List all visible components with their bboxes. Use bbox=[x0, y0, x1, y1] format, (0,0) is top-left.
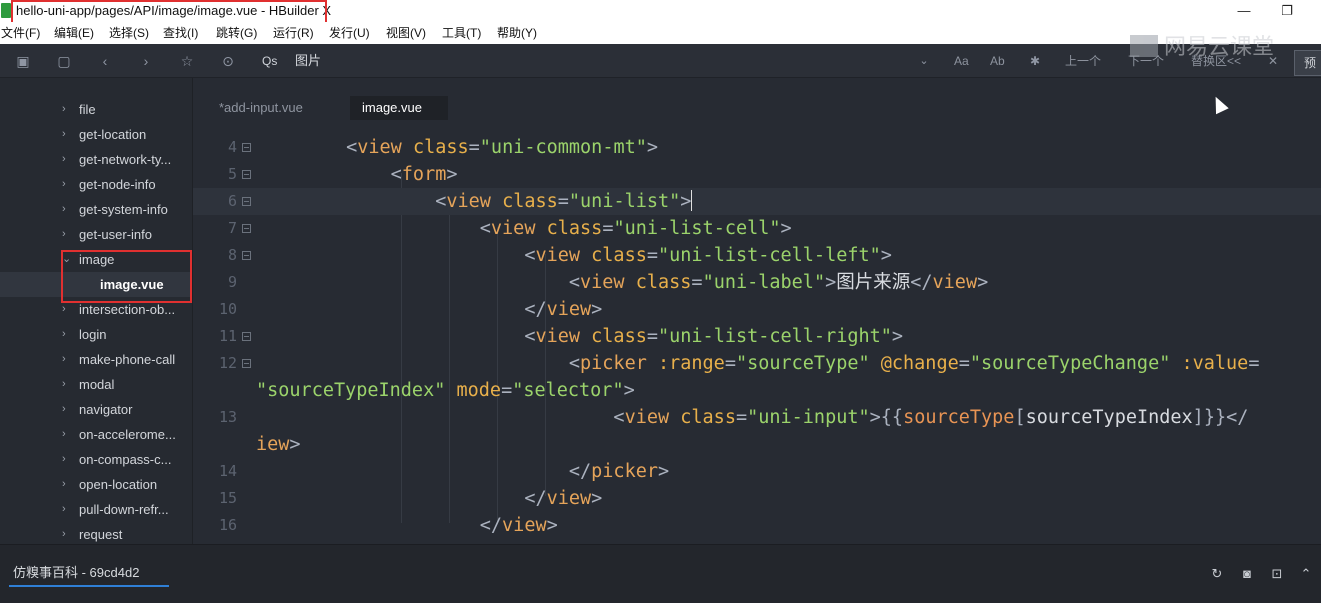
menu-run[interactable]: 运行(R) bbox=[273, 26, 314, 40]
code-line[interactable]: 14 </picker> bbox=[193, 458, 1321, 485]
minimize-button[interactable]: — bbox=[1232, 2, 1256, 20]
back-icon[interactable]: ‹ bbox=[96, 52, 114, 70]
tab-image-vue[interactable]: image.vue bbox=[350, 96, 448, 120]
code-line-current[interactable]: 6 <view class="uni-list"> bbox=[193, 188, 1321, 215]
fold-toggle-icon[interactable] bbox=[242, 197, 251, 206]
menu-publish[interactable]: 发行(U) bbox=[329, 26, 370, 40]
chevron-right-icon: › bbox=[62, 128, 66, 140]
menu-select[interactable]: 选择(S) bbox=[109, 26, 149, 40]
code-line[interactable]: 9 <view class="uni-label">图片来源</view> bbox=[193, 269, 1321, 296]
whole-word-toggle[interactable]: Ab bbox=[990, 54, 1005, 68]
forward-icon[interactable]: › bbox=[137, 52, 155, 70]
fold-toggle-icon[interactable] bbox=[242, 224, 251, 233]
tree-item-open-location[interactable]: › open-location bbox=[0, 472, 192, 497]
chevron-right-icon: › bbox=[62, 503, 66, 515]
chevron-down-icon[interactable]: ⌄ bbox=[915, 52, 933, 70]
menu-find[interactable]: 查找(I) bbox=[163, 26, 198, 40]
chevron-right-icon: › bbox=[62, 478, 66, 490]
tree-item-get-location[interactable]: › get-location bbox=[0, 122, 192, 147]
fold-toggle-icon[interactable] bbox=[242, 143, 251, 152]
console-icon[interactable]: ◙ bbox=[1238, 565, 1256, 583]
status-underline bbox=[9, 585, 169, 587]
tree-item-file[interactable]: › file bbox=[0, 97, 192, 122]
maximize-button[interactable]: ❐ bbox=[1275, 2, 1299, 20]
code-line[interactable]: 4 <view class="uni-common-mt"> bbox=[193, 134, 1321, 161]
menu-help[interactable]: 帮助(Y) bbox=[497, 26, 537, 40]
find-prev-button[interactable]: 上一个 bbox=[1065, 54, 1101, 68]
title-bar: hello-uni-app/pages/API/image/image.vue … bbox=[0, 0, 1321, 25]
code-line[interactable]: 10 </view> bbox=[193, 296, 1321, 323]
status-bar: 仿糗事百科 - 69cd4d2 ↻ ◙ ⊡ ⌃ bbox=[0, 544, 1321, 603]
fold-toggle-icon[interactable] bbox=[242, 170, 251, 179]
toolbar: ▣ ▢ ‹ › ☆ ⊙ Qs 图片 ⌄ Aa Ab ✱ 上一个 下一个 替换区<… bbox=[0, 44, 1321, 78]
chevron-right-icon: › bbox=[62, 403, 66, 415]
chevron-right-icon: › bbox=[62, 203, 66, 215]
regex-icon[interactable]: ✱ bbox=[1026, 52, 1044, 70]
search-input[interactable]: 图片 bbox=[295, 54, 321, 68]
menu-file[interactable]: 文件(F) bbox=[1, 26, 40, 40]
tree-item-get-system-info[interactable]: › get-system-info bbox=[0, 197, 192, 222]
code-line[interactable]: 5 <form> bbox=[193, 161, 1321, 188]
preview-button[interactable]: 预 bbox=[1294, 50, 1321, 76]
menu-tools[interactable]: 工具(T) bbox=[442, 26, 481, 40]
tree-item-on-accelerometer[interactable]: › on-accelerome... bbox=[0, 422, 192, 447]
chevron-right-icon: › bbox=[62, 153, 66, 165]
star-icon[interactable]: ☆ bbox=[178, 52, 196, 70]
project-tree: › file › get-location › get-network-ty... ›… bbox=[0, 78, 193, 544]
tree-item-navigator[interactable]: › navigator bbox=[0, 397, 192, 422]
chevron-right-icon: › bbox=[62, 103, 66, 115]
git-branch-status[interactable]: 仿糗事百科 - 69cd4d2 bbox=[13, 565, 139, 581]
code-line[interactable]: 16 </view> bbox=[193, 512, 1321, 539]
code-line[interactable]: 15 </view> bbox=[193, 485, 1321, 512]
code-line[interactable]: 12 <picker :range="sourceType" @change="… bbox=[193, 350, 1321, 377]
save-icon[interactable]: ▢ bbox=[55, 52, 73, 70]
export-icon[interactable]: ⊡ bbox=[1268, 565, 1286, 583]
menu-goto[interactable]: 跳转(G) bbox=[216, 26, 257, 40]
code-editor[interactable]: *add-input.vue image.vue 4 <view class="… bbox=[193, 78, 1321, 544]
refresh-icon[interactable]: ↻ bbox=[1208, 565, 1226, 583]
menu-view[interactable]: 视图(V) bbox=[386, 26, 426, 40]
tree-item-get-user-info[interactable]: › get-user-info bbox=[0, 222, 192, 247]
fold-toggle-icon[interactable] bbox=[242, 359, 251, 368]
code-line-wrapped[interactable]: iew> bbox=[193, 431, 1321, 458]
run-icon[interactable]: ⊙ bbox=[219, 52, 237, 70]
fold-toggle-icon[interactable] bbox=[242, 332, 251, 341]
watermark: 网易云课堂 bbox=[1130, 34, 1274, 60]
search-icon: Qs bbox=[262, 54, 278, 68]
fold-toggle-icon[interactable] bbox=[242, 251, 251, 260]
tab-add-input-vue[interactable]: *add-input.vue bbox=[219, 96, 303, 120]
tree-item-login[interactable]: › login bbox=[0, 322, 192, 347]
chevron-right-icon: › bbox=[62, 428, 66, 440]
match-case-toggle[interactable]: Aa bbox=[954, 54, 969, 68]
chevron-right-icon: › bbox=[62, 453, 66, 465]
code-line[interactable]: 11 <view class="uni-list-cell-right"> bbox=[193, 323, 1321, 350]
code-line-wrapped[interactable]: "sourceTypeIndex" mode="selector"> bbox=[193, 377, 1321, 404]
tree-item-get-node-info[interactable]: › get-node-info bbox=[0, 172, 192, 197]
tree-item-on-compass-change[interactable]: › on-compass-c... bbox=[0, 447, 192, 472]
chevron-right-icon: › bbox=[62, 378, 66, 390]
menu-edit[interactable]: 编辑(E) bbox=[54, 26, 94, 40]
chevron-right-icon: › bbox=[62, 328, 66, 340]
chevron-right-icon: › bbox=[62, 178, 66, 190]
hbuilder-app-icon bbox=[1, 3, 11, 18]
chevron-up-icon[interactable]: ⌃ bbox=[1297, 565, 1315, 583]
code-line[interactable]: 7 <view class="uni-list-cell"> bbox=[193, 215, 1321, 242]
image-folder-highlight-box bbox=[61, 250, 192, 303]
menu-bar: 文件(F) 编辑(E) 选择(S) 查找(I) 跳转(G) 运行(R) 发行(U… bbox=[0, 22, 1321, 44]
text-cursor bbox=[691, 190, 693, 211]
chevron-right-icon: › bbox=[62, 528, 66, 540]
watermark-logo-icon bbox=[1130, 35, 1158, 57]
new-file-icon[interactable]: ▣ bbox=[14, 52, 32, 70]
tree-item-make-phone-call[interactable]: › make-phone-call bbox=[0, 347, 192, 372]
code-line[interactable]: 8 <view class="uni-list-cell-left"> bbox=[193, 242, 1321, 269]
code-line[interactable]: 13 <view class="uni-input">{{sourceType[… bbox=[193, 404, 1321, 431]
chevron-right-icon: › bbox=[62, 353, 66, 365]
tree-item-pull-down-refresh[interactable]: › pull-down-refr... bbox=[0, 497, 192, 522]
chevron-right-icon: › bbox=[62, 228, 66, 240]
tree-item-request[interactable]: › request bbox=[0, 522, 192, 544]
tree-item-modal[interactable]: › modal bbox=[0, 372, 192, 397]
tree-item-get-network-type[interactable]: › get-network-ty... bbox=[0, 147, 192, 172]
